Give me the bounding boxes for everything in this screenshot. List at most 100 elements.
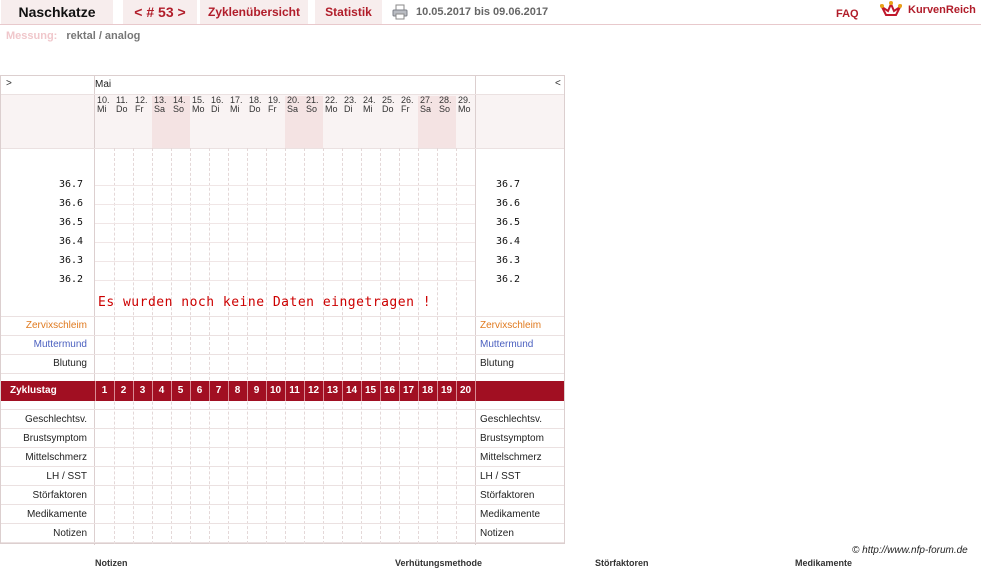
row-label-left: Geschlechtsv. <box>24 414 87 425</box>
weekday: Di <box>344 104 353 114</box>
measurement-label: Messung: <box>6 30 58 42</box>
weekday: Fr <box>401 104 410 114</box>
weekday: Mo <box>325 104 338 114</box>
day-header: 21. So <box>304 96 323 114</box>
measurement-value: rektal / analog <box>66 30 141 42</box>
weekday: Mo <box>192 104 205 114</box>
row-label-right: Brustsymptom <box>480 433 544 444</box>
copyright-footer[interactable]: © http://www.nfp-forum.de <box>852 545 968 556</box>
nav-prev-arrow[interactable]: > <box>6 78 12 89</box>
crown-logo-icon[interactable] <box>880 1 902 19</box>
row-label-left: Mittelschmerz <box>25 452 87 463</box>
cycle-day-number: 2 <box>120 385 127 396</box>
cycle-day-number: 19 <box>440 385 453 396</box>
row-label-left: Notizen <box>53 528 87 539</box>
weekday: Fr <box>268 104 277 114</box>
day-header: 28. So <box>437 96 456 114</box>
day-header: 29. Mo <box>456 96 475 114</box>
row-line <box>1 373 564 374</box>
bottom-section-header: Störfaktoren <box>595 558 649 568</box>
weekday: So <box>173 104 185 114</box>
day-header: 22. Mo <box>323 96 342 114</box>
temperature-grid-line <box>95 242 475 243</box>
row-line <box>1 485 564 486</box>
temperature-label-right: 36.2 <box>496 274 521 285</box>
row-label-right: Mittelschmerz <box>480 452 542 463</box>
row-line <box>1 447 564 448</box>
bottom-section-header: Verhütungsmethode <box>395 558 483 568</box>
weekday: Mi <box>97 104 107 114</box>
temperature-label-right: 36.7 <box>496 179 521 190</box>
cycle-day-number: 7 <box>215 385 222 396</box>
tab-statistics[interactable]: Statistik <box>315 0 382 24</box>
row-label-right: Geschlechtsv. <box>480 414 543 425</box>
day-header: 25. Do <box>380 96 399 114</box>
cycle-day-number: 4 <box>158 385 165 396</box>
brand-name[interactable]: KurvenReich <box>908 4 976 16</box>
bottom-section-header: Notizen <box>95 558 128 568</box>
cycle-day-bar: Zyklustag 1 2 3 4 5 6 7 8 9 10 11 12 13 14 15 16 17 18 19 2… <box>1 381 564 401</box>
temperature-label-left: 36.5 <box>59 217 84 228</box>
cycle-day-number: 5 <box>177 385 184 396</box>
row-label-left: Zervixschleim <box>25 320 87 331</box>
header-divider <box>0 24 981 25</box>
day-header: 13. Sa <box>152 96 171 114</box>
weekday: Sa <box>287 104 299 114</box>
temperature-grid-line <box>95 261 475 262</box>
day-header: 19. Fr <box>266 96 285 114</box>
row-label-right: Störfaktoren <box>480 490 535 501</box>
nav-next-arrow[interactable]: < <box>555 78 561 89</box>
row-label-right: Notizen <box>480 528 514 539</box>
day-header: 14. So <box>171 96 190 114</box>
cycle-navigator-tab[interactable]: < # 53 > <box>123 0 197 24</box>
cycle-day-number: 8 <box>234 385 241 396</box>
temperature-label-right: 36.5 <box>496 217 521 228</box>
row-label-left: Brustsymptom <box>23 433 87 444</box>
cycle-day-number: 11 <box>289 385 300 396</box>
user-name-tab[interactable]: Naschkatze <box>1 0 113 24</box>
cycle-day-number: 1 <box>101 385 108 396</box>
cycle-day-label: Zyklustag <box>10 385 57 396</box>
temperature-label-left: 36.4 <box>59 236 84 247</box>
temperature-label-left: 36.7 <box>59 179 84 190</box>
weekday: So <box>439 104 451 114</box>
cycle-day-number: 20 <box>459 385 472 396</box>
row-line <box>1 466 564 467</box>
cycle-day-number: 3 <box>139 385 146 396</box>
bottom-section-header: Medikamente <box>795 558 853 568</box>
date-range: 10.05.2017 bis 09.06.2017 <box>416 6 549 18</box>
cycle-day-number: 9 <box>253 385 260 396</box>
measurement-info: Messung: rektal / analog <box>6 30 140 42</box>
printer-icon[interactable] <box>392 4 408 20</box>
row-label-right: Blutung <box>480 358 514 369</box>
header-bottom-line <box>1 148 564 149</box>
row-label-left: Medikamente <box>26 509 87 520</box>
temperature-label-left: 36.3 <box>59 255 84 266</box>
weekday: Mi <box>230 104 240 114</box>
row-line <box>1 428 564 429</box>
cycle-day-separator <box>475 381 476 401</box>
row-label-left: Blutung <box>53 358 87 369</box>
day-header: 15. Mo <box>190 96 209 114</box>
grid-right-border <box>475 76 476 545</box>
weekday: Di <box>211 104 220 114</box>
grid-left-border <box>94 76 95 545</box>
temperature-label-right: 36.6 <box>496 198 521 209</box>
temperature-grid-line <box>95 280 475 281</box>
temperature-chart: > < Mai 10. Mi 11. Do 12. Fr 13. Sa 14. So 15. Mo 16… <box>0 75 565 545</box>
day-header: 12. Fr <box>133 96 152 114</box>
day-header: 26. Fr <box>399 96 418 114</box>
temperature-grid-line <box>95 185 475 186</box>
temperature-label-right: 36.3 <box>496 255 521 266</box>
row-line <box>1 542 564 543</box>
faq-link[interactable]: FAQ <box>836 8 859 20</box>
weekday: So <box>306 104 318 114</box>
row-line <box>1 354 564 355</box>
cycle-day-number: 17 <box>402 385 415 396</box>
day-header: 23. Di <box>342 96 361 114</box>
weekday: Do <box>249 104 261 114</box>
tab-cycle-overview[interactable]: Zyklenübersicht <box>200 0 308 24</box>
weekday: Fr <box>135 104 144 114</box>
temperature-label-left: 36.2 <box>59 274 84 285</box>
no-data-message: Es wurden noch keine Daten eingetragen ! <box>98 295 432 310</box>
